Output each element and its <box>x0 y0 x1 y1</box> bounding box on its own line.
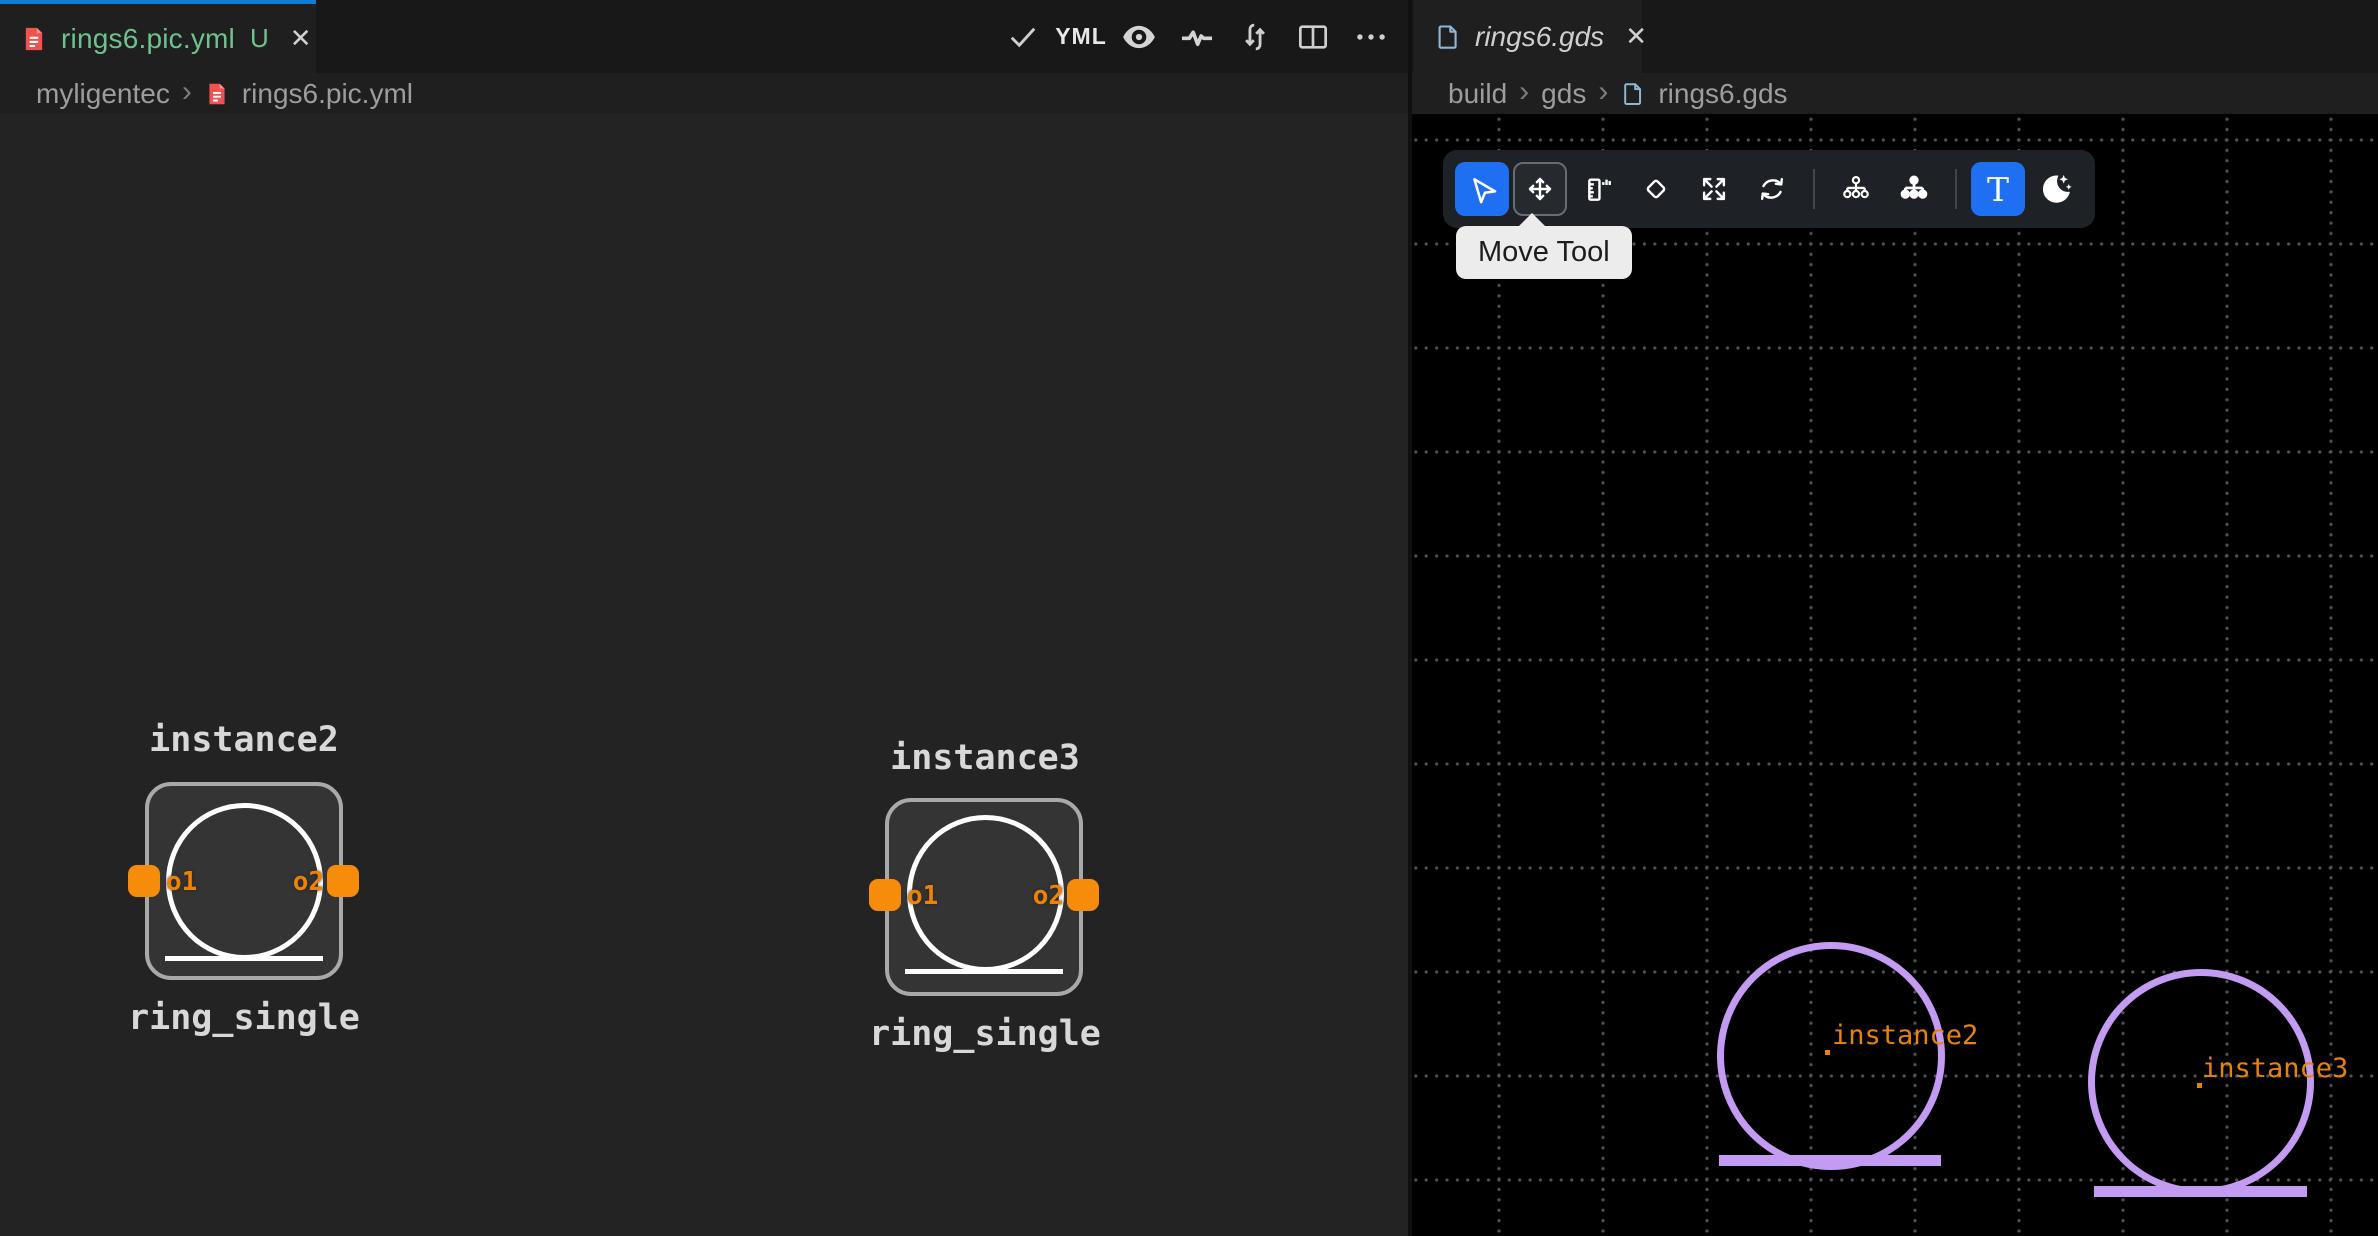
yaml-file-icon <box>204 81 230 107</box>
breadcrumb-build[interactable]: build <box>1448 78 1507 110</box>
right-tab-bar: rings6.gds ✕ <box>1412 0 2378 73</box>
tab-rings6-gds[interactable]: rings6.gds ✕ <box>1414 0 1642 73</box>
dark-mode-toggle[interactable] <box>2029 162 2083 216</box>
breadcrumb: build › gds › rings6.gds <box>1412 73 2378 114</box>
select-tool-button[interactable] <box>1455 162 1509 216</box>
gds-bus-instance2 <box>1719 1155 1941 1166</box>
toolbar-separator <box>1813 169 1815 209</box>
breadcrumb-gds[interactable]: gds <box>1541 78 1586 110</box>
gds-instance-label: instance2 <box>1832 1019 1978 1053</box>
chevron-right-icon: › <box>182 77 192 107</box>
left-tab-bar: rings6.pic.yml U ✕ YML <box>0 0 1408 73</box>
gds-file-icon <box>1620 81 1646 107</box>
node-component-label: ring_single <box>825 1014 1145 1054</box>
check-icon[interactable] <box>1004 18 1042 56</box>
simulation-pulse-icon[interactable] <box>1178 18 1216 56</box>
bus-symbol <box>905 969 1063 974</box>
gds-instance-label: instance3 <box>2202 1052 2348 1086</box>
editor-actions: YML <box>1004 0 1390 73</box>
close-tab-icon[interactable]: ✕ <box>290 23 312 54</box>
fit-view-button[interactable] <box>1687 162 1741 216</box>
chevron-right-icon: › <box>1519 77 1529 107</box>
port-o2[interactable] <box>1067 879 1099 911</box>
text-tool-button[interactable]: T <box>1971 162 2025 216</box>
hierarchy-outline-button[interactable] <box>1829 162 1883 216</box>
eraser-tool-button[interactable] <box>1629 162 1683 216</box>
bus-symbol <box>165 956 323 961</box>
port-label-o2: o2 <box>250 866 324 898</box>
breadcrumb-file[interactable]: rings6.pic.yml <box>242 78 413 110</box>
gds-ring-instance2 <box>1717 942 1945 1170</box>
port-label-o1: o1 <box>166 866 197 898</box>
node-title: instance2 <box>84 720 404 760</box>
toolbar-separator <box>1955 169 1957 209</box>
hierarchy-filled-button[interactable] <box>1887 162 1941 216</box>
preview-eye-icon[interactable] <box>1120 18 1158 56</box>
node-title: instance3 <box>825 738 1145 778</box>
yml-language-badge[interactable]: YML <box>1062 18 1100 56</box>
text-tool-label: T <box>1987 170 2009 209</box>
port-label-o2: o2 <box>990 880 1064 912</box>
chevron-right-icon: › <box>1598 77 1608 107</box>
gds-bus-instance3 <box>2094 1186 2307 1197</box>
tab-label: rings6.gds <box>1475 21 1604 53</box>
gds-file-icon <box>1434 23 1462 51</box>
move-tool-tooltip: Move Tool <box>1456 226 1632 279</box>
ruler-tool-button[interactable] <box>1571 162 1625 216</box>
tab-rings6-pic-yml[interactable]: rings6.pic.yml U ✕ <box>0 0 316 73</box>
breadcrumb-file[interactable]: rings6.gds <box>1658 78 1787 110</box>
breadcrumb-folder[interactable]: myligentec <box>36 78 170 110</box>
breadcrumb: myligentec › rings6.pic.yml <box>0 73 1408 114</box>
origin-marker <box>1825 1050 1830 1055</box>
split-editor-icon[interactable] <box>1294 18 1332 56</box>
tooltip-caret <box>1518 213 1546 227</box>
gds-layout-canvas[interactable]: T Move Tool instance2 <box>1412 114 2378 1236</box>
schematic-canvas[interactable]: instance2 o1 o2 ring_single instance3 o1… <box>0 114 1408 1236</box>
compare-changes-icon[interactable] <box>1236 18 1274 56</box>
git-untracked-badge: U <box>250 23 269 54</box>
vscode-window: rings6.pic.yml U ✕ YML <box>0 0 2378 1236</box>
move-tool-button[interactable] <box>1513 162 1567 216</box>
port-o1[interactable] <box>869 879 901 911</box>
refresh-button[interactable] <box>1745 162 1799 216</box>
gds-viewer-panel: rings6.gds ✕ build › gds › rings6.gds <box>1408 0 2378 1236</box>
schematic-editor-panel: rings6.pic.yml U ✕ YML <box>0 0 1408 1236</box>
port-label-o1: o1 <box>907 880 938 912</box>
port-o1[interactable] <box>128 865 160 897</box>
port-o2[interactable] <box>327 865 359 897</box>
tab-label: rings6.pic.yml <box>61 23 235 55</box>
more-actions-icon[interactable] <box>1352 18 1390 56</box>
node-component-label: ring_single <box>84 998 404 1038</box>
yaml-file-icon <box>20 25 48 53</box>
close-tab-icon[interactable]: ✕ <box>1625 21 1647 52</box>
